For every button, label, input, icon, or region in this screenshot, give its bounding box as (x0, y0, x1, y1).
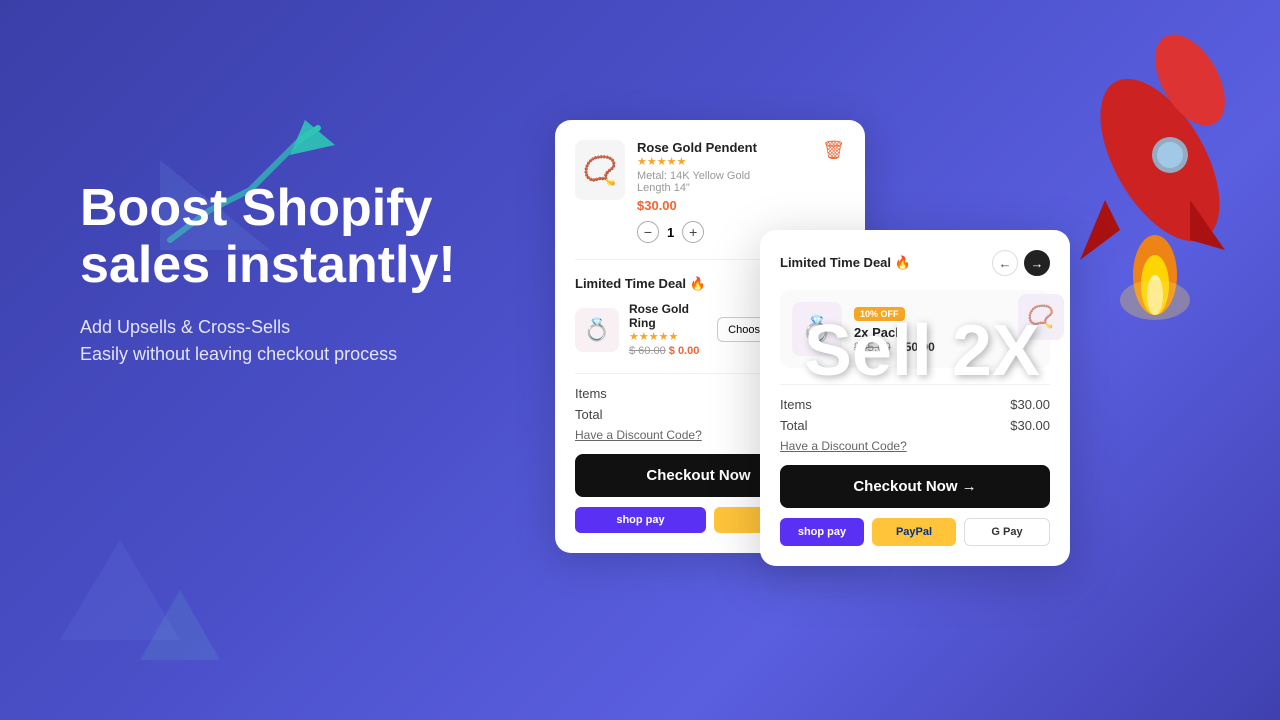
items-value-front: $30.00 (1010, 397, 1050, 412)
gpay-btn-front[interactable]: G Pay (964, 518, 1050, 546)
total-value-front: $30.00 (1010, 418, 1050, 433)
ltd-new-price: $ 0.00 (669, 345, 700, 357)
shoppay-btn-front[interactable]: shop pay (780, 518, 864, 546)
payment-row-front: shop pay PayPal G Pay (780, 518, 1050, 546)
main-title: Boost Shopify sales instantly! (80, 180, 500, 294)
next-arrow-btn[interactable]: → (1024, 250, 1050, 276)
cart-item-name: Rose Gold Pendent (637, 140, 810, 155)
ltd-front-title: Limited Time Deal 🔥 (780, 255, 911, 271)
ltd-product-image: 💍 (575, 308, 619, 352)
items-label: Items (575, 386, 607, 401)
ltd-stars: ★★★★★ (629, 330, 707, 343)
summary-front: Items $30.00 Total $30.00 Have a Discoun… (780, 384, 1050, 546)
cart-item-info: Rose Gold Pendent ★★★★★ Metal: 14K Yello… (637, 140, 810, 243)
bg-triangle-right (140, 590, 220, 660)
shoppay-btn-back[interactable]: shop pay (575, 507, 706, 533)
items-row-front: Items $30.00 (780, 397, 1050, 412)
qty-increase-btn[interactable]: + (682, 221, 704, 243)
front-cart-widget: Limited Time Deal 🔥 ← → 💍 10% OFF 2x Pac… (760, 230, 1070, 566)
total-label-front: Total (780, 418, 807, 433)
qty-value: 1 (667, 225, 674, 240)
items-label-front: Items (780, 397, 812, 412)
prev-arrow-btn[interactable]: ← (992, 250, 1018, 276)
cart-item-image: 📿 (575, 140, 625, 200)
paypal-btn-front[interactable]: PayPal (872, 518, 956, 546)
ltd-front-header: Limited Time Deal 🔥 ← → (780, 250, 1050, 276)
sub-text: Add Upsells & Cross-Sells Easily without… (80, 314, 500, 368)
total-label: Total (575, 407, 602, 422)
ltd-product-info: Rose Gold Ring ★★★★★ $ 60.00 $ 0.00 (629, 302, 707, 357)
ltd-product-name: Rose Gold Ring (629, 302, 707, 330)
cart-item-price: $30.00 (637, 198, 810, 213)
discount-link-front[interactable]: Have a Discount Code? (780, 439, 1050, 453)
pendant-icon: 📿 (583, 154, 618, 187)
total-row-front: Total $30.00 (780, 418, 1050, 433)
cart-item-meta: Metal: 14K Yellow GoldLength 14" (637, 170, 810, 194)
cart-item-stars: ★★★★★ (637, 155, 810, 168)
ltd-prices: $ 60.00 $ 0.00 (629, 345, 707, 357)
left-content: Boost Shopify sales instantly! Add Upsel… (80, 180, 500, 368)
sell-2x-text: Sell 2X (804, 310, 1040, 392)
nav-arrows: ← → (992, 250, 1050, 276)
qty-decrease-btn[interactable]: − (637, 221, 659, 243)
checkout-btn-front[interactable]: Checkout Now → (780, 465, 1050, 508)
ltd-old-price: $ 60.00 (629, 345, 666, 357)
delete-item-icon[interactable]: 🗑 (822, 140, 845, 161)
